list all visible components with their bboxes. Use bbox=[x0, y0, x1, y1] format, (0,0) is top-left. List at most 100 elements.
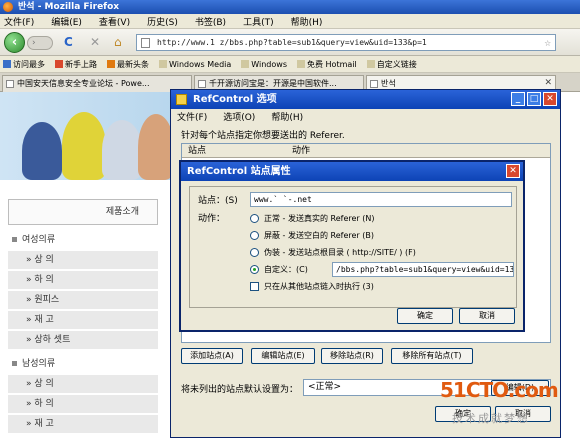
sidebar-item[interactable]: » 상 의 bbox=[8, 375, 158, 393]
close-button[interactable]: ✕ bbox=[506, 164, 520, 178]
window-title: 반석 - Mozilla Firefox bbox=[18, 2, 120, 12]
remove-all-sites-button[interactable]: 移除所有站点(T) bbox=[391, 348, 473, 364]
bookmark-icon bbox=[366, 60, 375, 68]
site-cancel-button[interactable]: 取消 bbox=[459, 308, 515, 324]
sidebar-item[interactable]: » 하 의 bbox=[8, 395, 158, 413]
menu-file[interactable]: 文件(F) bbox=[4, 15, 34, 28]
tab-label: 千开源访问宝是：开源是中国软件... bbox=[209, 79, 337, 88]
home-icon[interactable]: ⌂ bbox=[114, 36, 122, 49]
menu-edit[interactable]: 编辑(E) bbox=[51, 15, 82, 28]
bookmark-icon bbox=[107, 60, 115, 68]
product-sidebar: 제품소개 여성의류 » 상 의 » 하 의 » 원피스 » 재 고 » 상하 셋… bbox=[8, 199, 158, 438]
rc-menu-file[interactable]: 文件(F) bbox=[177, 110, 207, 123]
rc-menu-options[interactable]: 选项(O) bbox=[223, 110, 255, 123]
edit-site-button[interactable]: 编辑站点(E) bbox=[251, 348, 315, 364]
tab-antiy-forum[interactable]: 中国安天信息安全专业论坛 - Powe... bbox=[2, 75, 192, 92]
menu-bookmarks[interactable]: 书签(B) bbox=[195, 15, 226, 28]
option-normal[interactable]: 正常 - 发送真实的 Referer (N) bbox=[264, 213, 374, 224]
sidebar-item[interactable]: » 상 의 bbox=[8, 251, 158, 269]
bookmark-item[interactable]: Windows bbox=[241, 60, 287, 69]
bookmark-icon bbox=[297, 60, 305, 68]
sidebar-item[interactable]: » 상하 셋트 bbox=[8, 331, 158, 349]
sidebar-category-men[interactable]: 남성의류 bbox=[8, 355, 158, 373]
url-input[interactable]: http://www.1 z/bbs.php?table=sub1&query=… bbox=[136, 34, 556, 51]
action-label: 动作： bbox=[198, 214, 226, 224]
third-party-label[interactable]: 只在从其他站点链入时执行 (3) bbox=[264, 281, 374, 292]
radio-normal[interactable] bbox=[250, 214, 259, 223]
bookmark-star-icon[interactable]: ☆ bbox=[544, 36, 551, 50]
bookmark-label: 自定义链接 bbox=[376, 59, 417, 69]
third-party-checkbox[interactable] bbox=[250, 282, 259, 291]
minimize-button[interactable]: _ bbox=[511, 92, 525, 106]
custom-referer-input[interactable]: /bbs.php?table=sub1&query=view&uid=133&p… bbox=[332, 262, 514, 277]
site-label: 站点：(S) bbox=[198, 196, 238, 206]
firefox-icon bbox=[3, 2, 13, 12]
bookmark-label: Windows bbox=[251, 59, 287, 69]
reload-icon[interactable]: C bbox=[64, 36, 73, 49]
remove-site-button[interactable]: 移除站点(R) bbox=[321, 348, 383, 364]
bookmarks-toolbar: 访问最多 新手上路 最新头条 Windows Media Windows 免费 Hotma… bbox=[0, 56, 580, 73]
site-properties-panel: 站点：(S) www.` `-.net 动作： 正常 - 发送真实的 Refer… bbox=[189, 186, 517, 308]
bookmark-item[interactable]: 免费 Hotmail bbox=[297, 59, 357, 70]
refcontrol-icon bbox=[176, 94, 187, 105]
radio-block[interactable] bbox=[250, 231, 259, 240]
menu-view[interactable]: 查看(V) bbox=[99, 15, 130, 28]
bookmark-icon bbox=[159, 60, 167, 68]
menu-tools[interactable]: 工具(T) bbox=[243, 15, 274, 28]
stop-icon[interactable]: ✕ bbox=[90, 36, 100, 49]
watermark-logo: 51CTO.com bbox=[440, 378, 559, 402]
forward-button[interactable]: › bbox=[27, 36, 53, 50]
site-list-header: 站点 动作 bbox=[182, 144, 550, 158]
option-custom[interactable]: 自定义：(C) bbox=[264, 264, 308, 275]
maximize-button[interactable]: □ bbox=[527, 92, 541, 106]
bookmark-item[interactable]: 访问最多 bbox=[3, 59, 45, 70]
sidebar-header: 제품소개 bbox=[8, 199, 158, 225]
bookmark-item[interactable]: 自定义链接 bbox=[366, 59, 417, 70]
bookmark-item[interactable]: 最新头条 bbox=[107, 59, 149, 70]
option-forge[interactable]: 伪装 - 发送站点根目录 ( http://SITE/ ) (F) bbox=[264, 247, 416, 258]
bookmark-label: 新手上路 bbox=[65, 59, 97, 69]
close-button[interactable]: ✕ bbox=[543, 92, 557, 106]
default-setting-label: 将未列出的站点默认设置为： bbox=[181, 385, 299, 395]
bookmark-icon bbox=[3, 60, 11, 68]
sidebar-item[interactable]: » 재 고 bbox=[8, 311, 158, 329]
radio-forge[interactable] bbox=[250, 248, 259, 257]
add-site-button[interactable]: 添加站点(A) bbox=[181, 348, 243, 364]
sidebar-category-women[interactable]: 여성의류 bbox=[8, 231, 158, 249]
tab-page-icon bbox=[6, 80, 14, 88]
radio-custom[interactable] bbox=[250, 265, 259, 274]
sidebar-item[interactable]: » 재 고 bbox=[8, 415, 158, 433]
bookmark-icon bbox=[55, 60, 63, 68]
tab-page-icon bbox=[370, 80, 378, 88]
dialog-title: RefControl 站点属性 bbox=[187, 166, 291, 177]
watermark-slogan: 技术成就梦想 bbox=[452, 412, 530, 425]
bookmark-label: 免费 Hotmail bbox=[307, 59, 357, 69]
default-setting-value: <正常> bbox=[308, 382, 342, 392]
bookmark-label: Windows Media bbox=[169, 59, 232, 69]
url-text: http://www.1 z/bbs.php?table=sub1&query=… bbox=[157, 38, 427, 47]
refcontrol-menu-bar: 文件(F) 选项(O) 帮助(H) bbox=[171, 109, 560, 123]
site-properties-title-bar: RefControl 站点属性 ✕ bbox=[181, 162, 523, 181]
menu-help[interactable]: 帮助(H) bbox=[291, 15, 323, 28]
site-input[interactable]: www.` `-.net bbox=[250, 192, 512, 207]
page-icon bbox=[141, 38, 150, 48]
sidebar-item[interactable]: » 원피스 bbox=[8, 291, 158, 309]
navigation-toolbar: ‹ › C ✕ ⌂ http://www.1 z/bbs.php?table=s… bbox=[0, 29, 580, 56]
back-button[interactable]: ‹ bbox=[4, 32, 25, 53]
sidebar-item[interactable]: » 하 의 bbox=[8, 271, 158, 289]
refcontrol-title-bar: RefControl 选项 _ □ ✕ bbox=[171, 90, 560, 109]
bookmark-item[interactable]: Windows Media bbox=[159, 60, 231, 69]
tab-page-icon bbox=[198, 80, 206, 88]
site-properties-dialog: RefControl 站点属性 ✕ 站点：(S) www.` `-.net 动作… bbox=[179, 160, 525, 332]
tab-label: 반석 bbox=[381, 79, 396, 88]
menu-history[interactable]: 历史(S) bbox=[147, 15, 178, 28]
rc-menu-help[interactable]: 帮助(H) bbox=[271, 110, 303, 123]
bookmark-label: 最新头条 bbox=[117, 59, 149, 69]
bookmark-item[interactable]: 新手上路 bbox=[55, 59, 97, 70]
site-ok-button[interactable]: 确定 bbox=[397, 308, 453, 324]
option-block[interactable]: 屏蔽 - 发送空白的 Referer (B) bbox=[264, 230, 374, 241]
menu-bar: 文件(F) 编辑(E) 查看(V) 历史(S) 书签(B) 工具(T) 帮助(H… bbox=[0, 14, 580, 29]
column-site[interactable]: 站点 bbox=[188, 144, 206, 158]
page-right-edge bbox=[561, 92, 580, 438]
column-action[interactable]: 动作 bbox=[292, 144, 310, 158]
